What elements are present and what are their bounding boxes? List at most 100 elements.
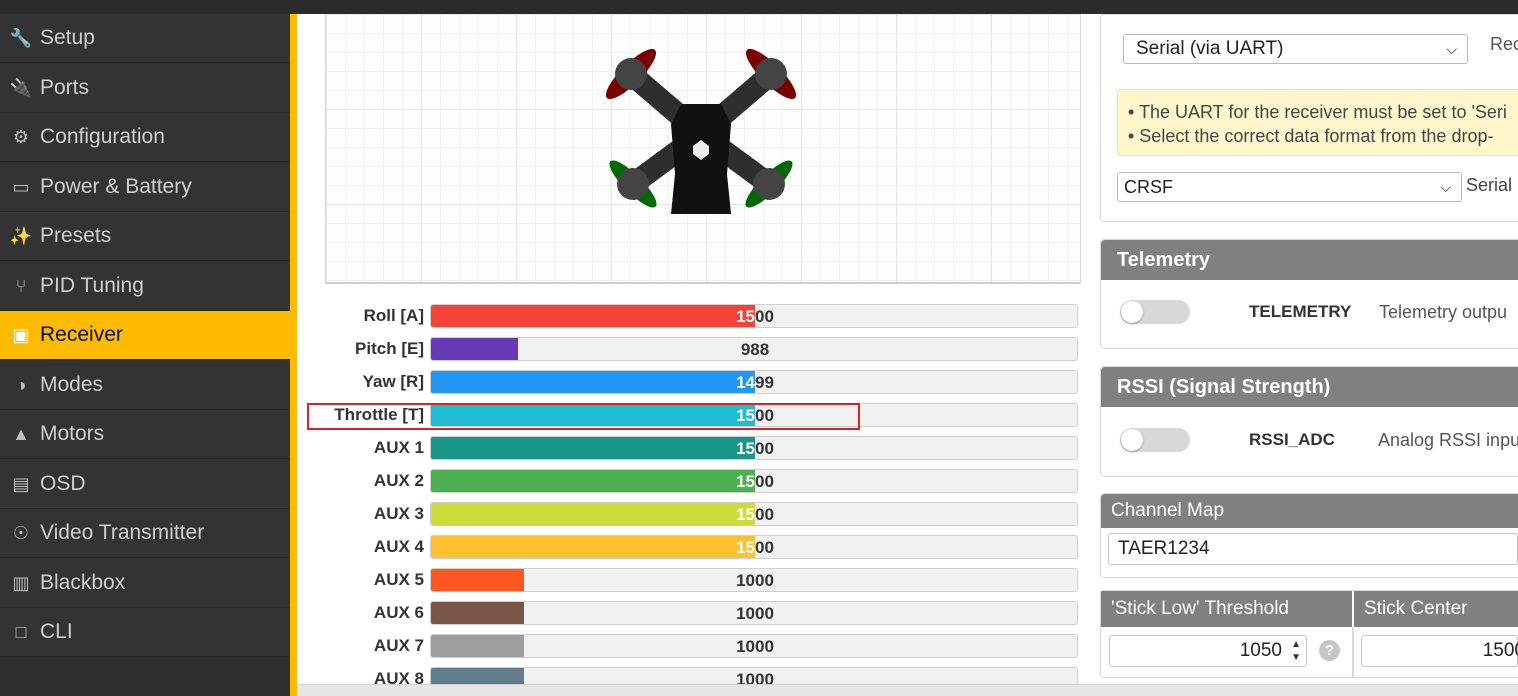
sidebar-item-configuration[interactable]: ⚙ Configuration: [0, 113, 290, 162]
channel-label: AUX 7: [373, 636, 424, 655]
sidebar-item-presets[interactable]: ✨ Presets: [0, 212, 290, 261]
sidebar-item-label: Setup: [40, 26, 95, 49]
toggle-knob: [1121, 429, 1143, 451]
channel-value-overlay: 1000: [431, 604, 524, 624]
sidebar-item-label: PID Tuning: [40, 274, 144, 297]
serial-provider-select-value: CRSF: [1124, 176, 1173, 197]
column-divider: [1352, 627, 1354, 677]
rssi-card: RSSI (Signal Strength): [1100, 366, 1518, 477]
sidebar-item-label: Modes: [40, 373, 104, 396]
robot-icon: ▣: [12, 324, 30, 345]
stick-low-threshold-value: 1050: [1239, 640, 1282, 661]
stick-low-threshold-header: 'Stick Low' Threshold: [1101, 591, 1352, 627]
model-preview: [325, 14, 1081, 284]
channel-value-overlay: 1000: [431, 571, 524, 591]
channel-bar-fill: 1500: [431, 536, 755, 558]
magic-wand-icon: ✨: [9, 225, 33, 246]
bottom-status-strip: [297, 684, 1518, 696]
channel-value-overlay: 1499: [736, 373, 755, 392]
stick-low-threshold-input[interactable]: 1050 ▲ ▼: [1109, 635, 1307, 667]
channel-bar: 988 988: [430, 337, 1078, 361]
telemetry-toggle-label: TELEMETRY: [1249, 302, 1352, 321]
rssi-toggle[interactable]: [1120, 428, 1190, 452]
chevron-down-icon: ⌵: [1440, 179, 1451, 195]
stick-center-value: 1500: [1482, 640, 1518, 661]
rssi-card-title: RSSI (Signal Strength): [1101, 367, 1518, 407]
telemetry-card-title: Telemetry: [1101, 240, 1518, 280]
sidebar-item-power-battery[interactable]: ▭ Power & Battery: [0, 163, 290, 212]
sidebar-item-video-transmitter[interactable]: ☉ Video Transmitter: [0, 509, 290, 558]
sidebar-item-label: CLI: [40, 620, 73, 643]
channel-value-overlay: 988: [431, 340, 518, 360]
sidebar-item-receiver[interactable]: ▣ Receiver: [0, 311, 290, 360]
telemetry-toggle[interactable]: [1120, 300, 1190, 324]
sidebar-item-label: Ports: [40, 76, 90, 99]
receiver-mode-select[interactable]: Serial (via UART) ⌵: [1123, 34, 1468, 64]
channel-value-overlay: 1500: [736, 307, 755, 326]
channel-value: 1000: [736, 604, 774, 623]
help-icon[interactable]: ?: [1319, 640, 1340, 661]
sidebar-item-cli[interactable]: □ CLI: [0, 608, 290, 657]
channel-label: AUX 4: [373, 537, 424, 556]
toggle-knob: [1121, 301, 1143, 323]
channel-bar: 15001500: [430, 304, 1078, 328]
broadcast-icon: ☉: [12, 522, 30, 543]
receiver-notes: • The UART for the receiver must be set …: [1117, 89, 1518, 156]
channel-bar: 14991499: [430, 370, 1078, 394]
stick-center-input[interactable]: 1500: [1361, 635, 1518, 667]
receiver-note-1: • The UART for the receiver must be set …: [1128, 102, 1507, 122]
channel-bar-fill: 1000: [431, 569, 524, 591]
osd-icon: ▤: [12, 473, 30, 494]
sidebar-item-setup[interactable]: 🔧 Setup: [0, 14, 290, 63]
sidebar-item-label: Motors: [40, 422, 105, 445]
serial-provider-select[interactable]: CRSF ⌵: [1117, 172, 1462, 202]
channel-bar-fill: 1499: [431, 371, 755, 393]
channel-label: Yaw [R]: [362, 372, 424, 391]
channel-bar-fill: 1500: [431, 305, 755, 327]
chevron-down-icon: ⌵: [1446, 41, 1457, 57]
quadcopter-model-icon: [605, 48, 797, 214]
channel-value-overlay: 1500: [736, 439, 755, 458]
spinner-arrows-icon[interactable]: ▲ ▼: [1291, 638, 1301, 664]
stick-center-header: Stick Center: [1354, 591, 1518, 627]
channel-bar: 15001500: [430, 535, 1078, 559]
sidebar-item-modes[interactable]: ◑ Modes: [0, 361, 290, 410]
channel-value-overlay: 1500: [736, 472, 755, 491]
telemetry-card: Telemetry: [1100, 239, 1518, 349]
channel-value: 1000: [736, 571, 774, 590]
sidebar-item-ports[interactable]: 🔌 Ports: [0, 64, 290, 113]
sidebar-item-label: Receiver: [40, 323, 123, 346]
channel-value-overlay: 1000: [431, 637, 524, 657]
sidebar-item-pid-tuning[interactable]: ⑂ PID Tuning: [0, 262, 290, 311]
receiver-mode-select-value: Serial (via UART): [1136, 38, 1284, 59]
sidebar-item-label: OSD: [40, 472, 86, 495]
rssi-toggle-label: RSSI_ADC: [1249, 430, 1335, 449]
channel-bar-fill: 988: [431, 338, 518, 360]
channel-map-title: Channel Map: [1101, 494, 1518, 528]
channel-bar-fill: 1500: [431, 437, 755, 459]
sidebar-item-osd[interactable]: ▤ OSD: [0, 460, 290, 509]
channel-map-input[interactable]: TAER1234: [1108, 533, 1518, 565]
throttle-highlight-box: [307, 403, 860, 430]
sidebar-item-label: Power & Battery: [40, 175, 192, 198]
channel-bar-fill: 1000: [431, 602, 524, 624]
channel-bar: 15001500: [430, 469, 1078, 493]
motor-icon: ▲: [12, 423, 30, 444]
sidebar-item-label: Video Transmitter: [40, 521, 205, 544]
channel-bar: 1000 1000: [430, 601, 1078, 625]
sidebar-item-motors[interactable]: ▲ Motors: [0, 410, 290, 459]
channel-map-input-value: TAER1234: [1118, 538, 1210, 559]
channel-label: AUX 6: [373, 603, 424, 622]
battery-icon: ▭: [12, 176, 30, 197]
channel-label: AUX 5: [373, 570, 424, 589]
sidebar-accent-bar: [290, 14, 297, 696]
blackbox-icon: ▥: [12, 572, 30, 593]
sidebar-item-label: Presets: [40, 224, 112, 247]
gear-icon: ⚙: [12, 126, 30, 147]
sidebar-item-blackbox[interactable]: ▥ Blackbox: [0, 559, 290, 608]
rssi-description: Analog RSSI inpu: [1378, 430, 1518, 450]
channel-value-overlay: 1500: [736, 505, 755, 524]
channel-label: AUX 2: [373, 471, 424, 490]
channel-bar-fill: 1000: [431, 635, 524, 657]
sitemap-icon: ⑂: [15, 275, 27, 296]
